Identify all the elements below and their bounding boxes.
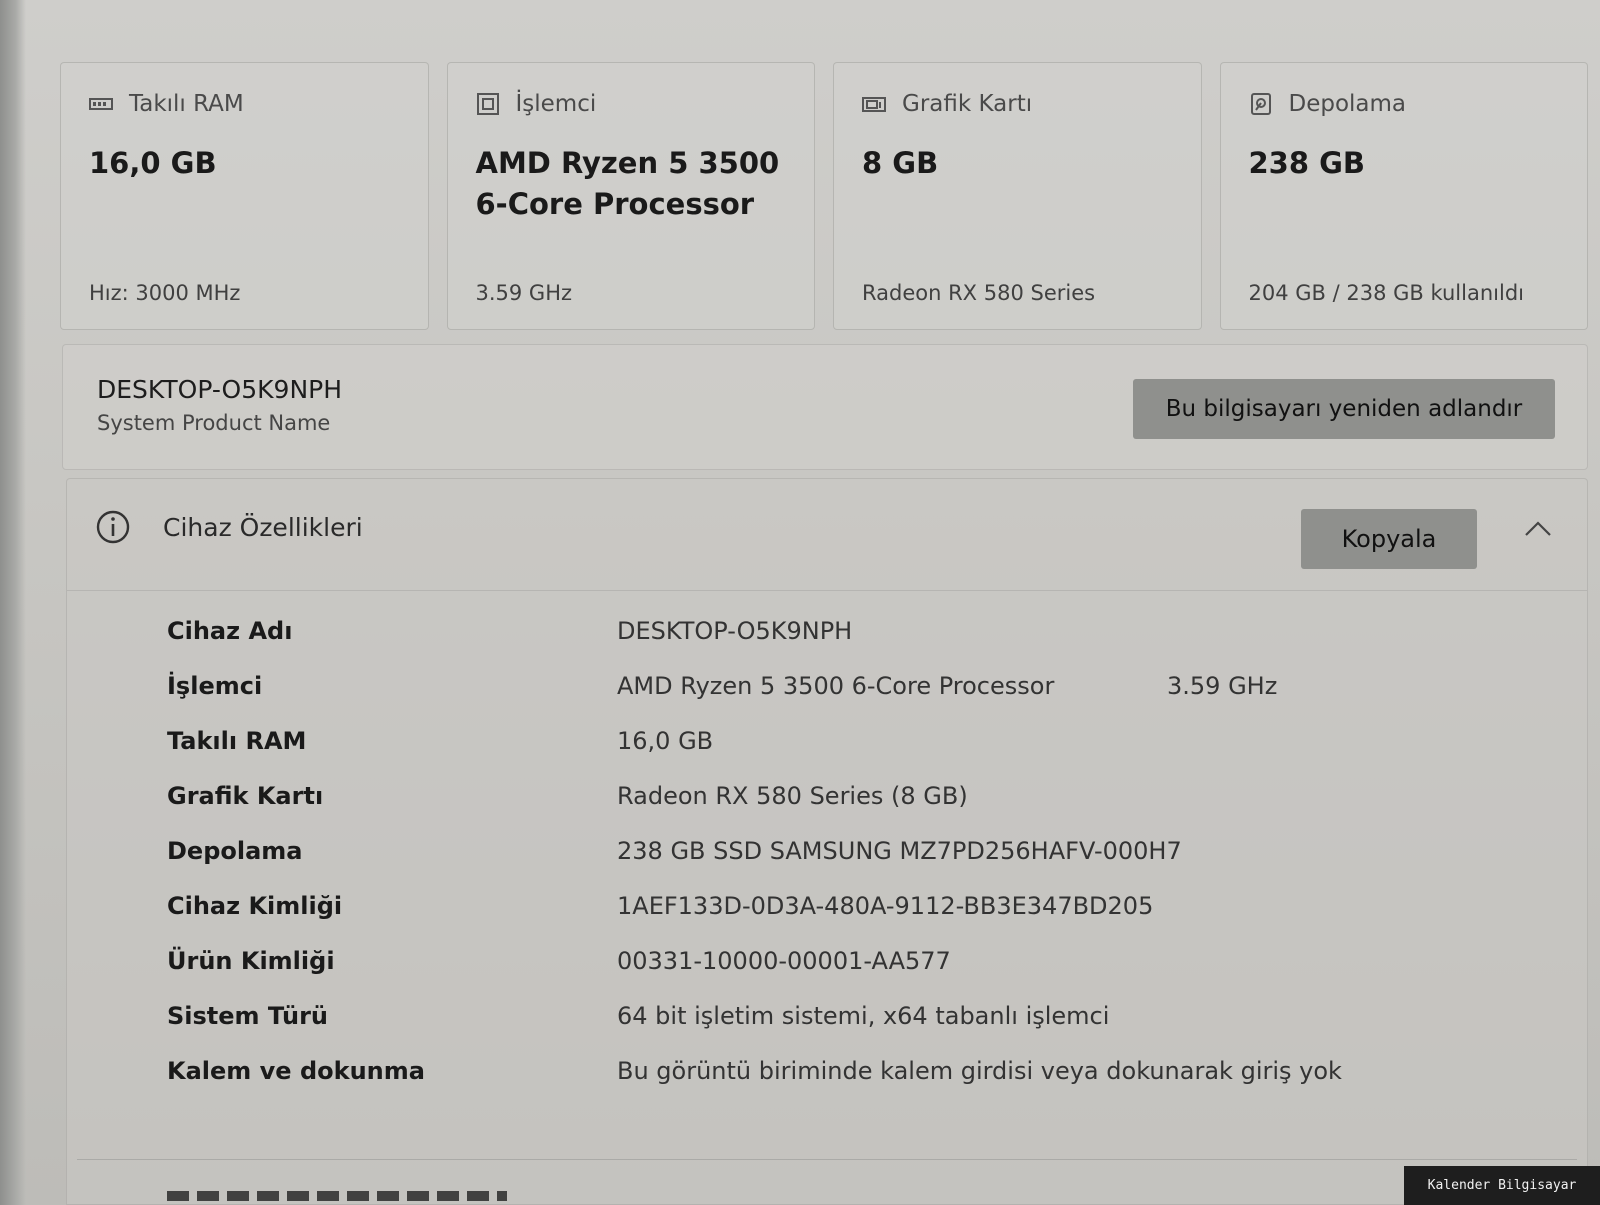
info-icon <box>96 510 130 544</box>
cropped-next-section-heading <box>167 1191 507 1205</box>
spec-card-title: Grafik Kartı <box>902 91 1033 117</box>
spec-card-title: İşlemci <box>515 91 597 117</box>
section-divider <box>77 1159 1577 1160</box>
spec-card-value: 8 GB <box>862 146 939 180</box>
spec-value: Bu görüntü biriminde kalem girdisi veya … <box>617 1057 1342 1085</box>
spec-card-graphics: Grafik Kartı 8 GB Radeon RX 580 Series <box>833 62 1202 330</box>
screen-bezel-edge <box>0 0 26 1205</box>
spec-row-system-type: Sistem Türü 64 bit işletim sistemi, x64 … <box>167 1002 1547 1057</box>
device-specifications-title: Cihaz Özellikleri <box>163 513 363 542</box>
spec-row-storage: Depolama 238 GB SSD SAMSUNG MZ7PD256HAFV… <box>167 837 1547 892</box>
spec-row-pen-touch: Kalem ve dokunma Bu görüntü biriminde ka… <box>167 1057 1547 1112</box>
spec-value-extra: 3.59 GHz <box>1167 672 1278 700</box>
spec-label: Cihaz Adı <box>167 617 293 645</box>
spec-value: 238 GB SSD SAMSUNG MZ7PD256HAFV-000H7 <box>617 837 1182 865</box>
device-name: DESKTOP-O5K9NPH <box>97 375 343 404</box>
spec-label: İşlemci <box>167 672 263 700</box>
spec-value: DESKTOP-O5K9NPH <box>617 617 853 645</box>
spec-value: 16,0 GB <box>617 727 714 755</box>
spec-label: Ürün Kimliği <box>167 947 335 975</box>
spec-card-processor: İşlemci AMD Ryzen 5 3500 6-Core Processo… <box>446 62 815 330</box>
spec-card-value: AMD Ryzen 5 3500 6-Core Processor <box>475 146 780 221</box>
spec-value: Radeon RX 580 Series (8 GB) <box>617 782 968 810</box>
spec-card-title: Depolama <box>1288 91 1407 117</box>
spec-row-device-id: Cihaz Kimliği 1AEF133D-0D3A-480A-9112-BB… <box>167 892 1547 947</box>
spec-row-device-name: Cihaz Adı DESKTOP-O5K9NPH <box>167 617 1547 672</box>
spec-row-ram: Takılı RAM 16,0 GB <box>167 727 1547 782</box>
device-model: System Product Name <box>97 411 331 435</box>
spec-label: Grafik Kartı <box>167 782 324 810</box>
spec-label: Kalem ve dokunma <box>167 1057 425 1085</box>
spec-card-sub: 204 GB / 238 GB kullanıldı <box>1248 281 1524 305</box>
spec-card-storage: Depolama 238 GB 204 GB / 238 GB kullanıl… <box>1219 62 1588 330</box>
spec-card-sub: 3.59 GHz <box>475 281 573 305</box>
spec-card-sub: Radeon RX 580 Series <box>862 281 1096 305</box>
device-name-bar: DESKTOP-O5K9NPH System Product Name Bu b… <box>62 344 1588 470</box>
spec-label: Depolama <box>167 837 303 865</box>
chevron-up-icon[interactable] <box>1523 517 1553 539</box>
ram-icon <box>89 98 113 110</box>
specs-summary-row: Takılı RAM 16,0 GB Hız: 3000 MHz İşlemci… <box>60 62 1588 330</box>
spec-card-value: 238 GB <box>1248 146 1366 180</box>
device-specifications-panel: Cihaz Özellikleri Kopyala Cihaz Adı DESK… <box>66 478 1588 1205</box>
graphics-card-icon <box>862 97 886 112</box>
processor-icon <box>476 93 499 115</box>
spec-card-ram: Takılı RAM 16,0 GB Hız: 3000 MHz <box>60 62 429 330</box>
spec-row-graphics: Grafik Kartı Radeon RX 580 Series (8 GB) <box>167 782 1547 837</box>
spec-label: Cihaz Kimliği <box>167 892 343 920</box>
copy-button[interactable]: Kopyala <box>1301 509 1477 569</box>
rename-pc-button[interactable]: Bu bilgisayarı yeniden adlandır <box>1133 379 1555 439</box>
spec-label: Sistem Türü <box>167 1002 329 1030</box>
spec-card-sub: Hız: 3000 MHz <box>89 281 241 305</box>
spec-value: AMD Ryzen 5 3500 6-Core Processor <box>617 672 1055 700</box>
spec-label: Takılı RAM <box>167 727 307 755</box>
spec-row-product-id: Ürün Kimliği 00331-10000-00001-AA577 <box>167 947 1547 1002</box>
storage-icon <box>1250 93 1271 115</box>
watermark: Kalender Bilgisayar <box>1404 1166 1600 1205</box>
spec-card-value: 16,0 GB <box>89 146 217 180</box>
spec-row-processor: İşlemci AMD Ryzen 5 3500 6-Core Processo… <box>167 672 1547 727</box>
spec-value: 64 bit işletim sistemi, x64 tabanlı işle… <box>617 1002 1110 1030</box>
device-specifications-list: Cihaz Adı DESKTOP-O5K9NPH İşlemci AMD Ry… <box>167 617 1547 1112</box>
spec-value: 1AEF133D-0D3A-480A-9112-BB3E347BD205 <box>617 892 1154 920</box>
device-specifications-header[interactable]: Cihaz Özellikleri Kopyala <box>67 479 1587 591</box>
spec-value: 00331-10000-00001-AA577 <box>617 947 951 975</box>
spec-card-title: Takılı RAM <box>129 91 244 117</box>
